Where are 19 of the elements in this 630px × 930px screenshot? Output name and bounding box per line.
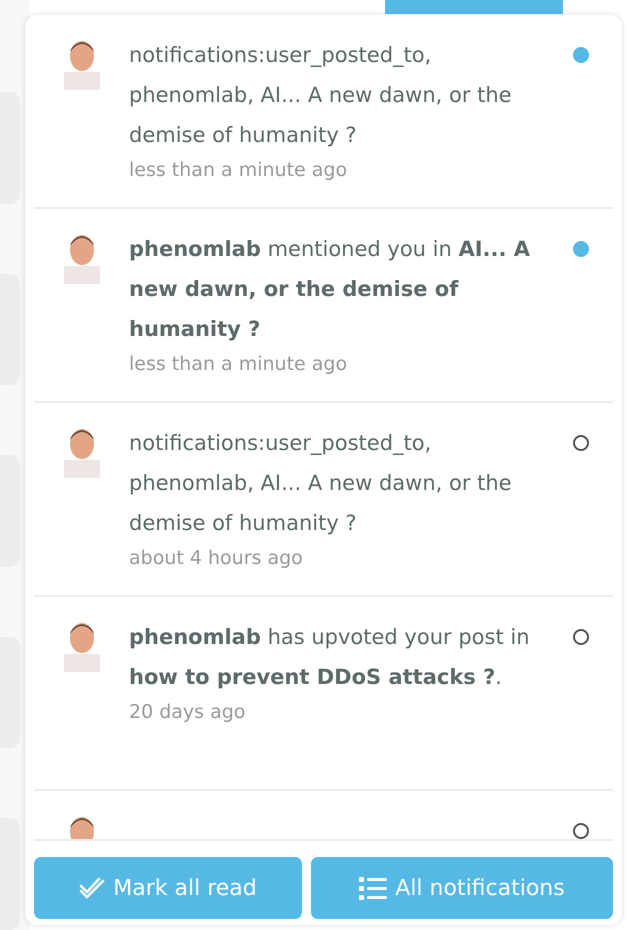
unread-dot[interactable] (573, 241, 589, 257)
avatar-icon (64, 38, 100, 90)
notification-text[interactable]: phenomlab mentioned you in AI... A new dawn, or the demise of humanity ? (129, 229, 553, 349)
double-check-icon (79, 877, 106, 899)
avatar-icon (64, 232, 100, 284)
avatar-icon (64, 620, 100, 672)
unread-dot[interactable] (573, 47, 589, 63)
notification-time: less than a minute ago (129, 158, 348, 183)
read-circle[interactable] (573, 435, 589, 451)
notification-text[interactable]: phenomlab has upvoted your post in how to prevent DDoS attacks ?. (129, 617, 553, 697)
notification-time: 20 days ago (129, 700, 246, 725)
notification-text[interactable]: notifications:user_posted_to, phenomlab, AI... A new dawn, or the demise of humanity ? (129, 35, 553, 155)
avatar-icon (64, 426, 100, 478)
read-circle[interactable] (573, 823, 589, 839)
notification-time: about 4 hours ago (129, 546, 304, 571)
read-circle[interactable] (573, 629, 589, 645)
list-icon (359, 876, 388, 900)
notification-time: less than a minute ago (129, 352, 348, 377)
notification-text[interactable]: notifications:user_posted_to, phenomlab, AI... A new dawn, or the demise of humanity ? (129, 423, 553, 543)
